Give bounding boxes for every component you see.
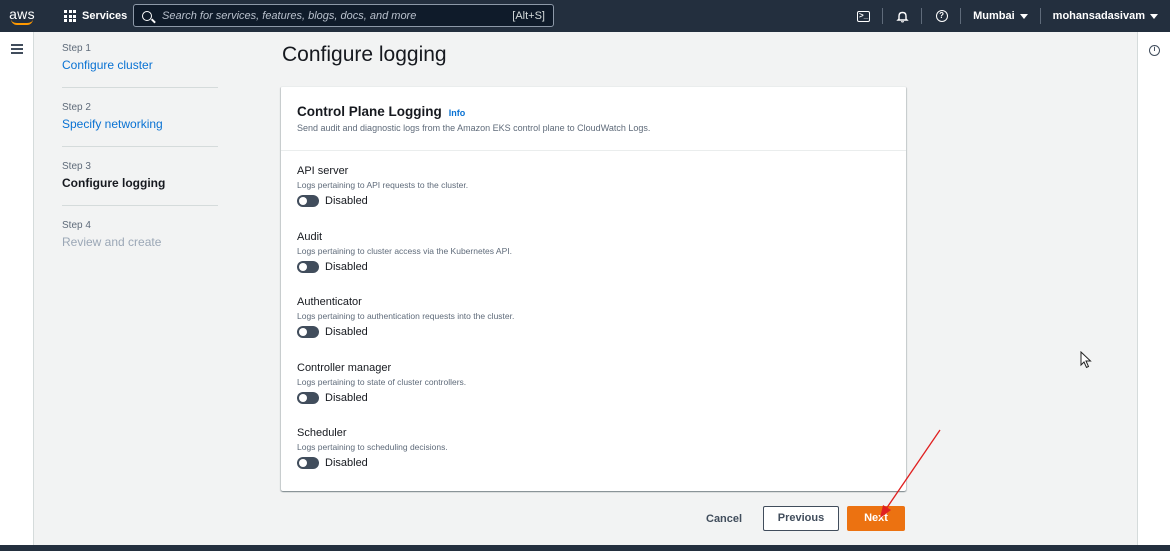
wizard-step-2[interactable]: Step 2 Specify networking — [62, 101, 218, 147]
log-type-description: Logs pertaining to cluster access via th… — [297, 246, 512, 256]
aws-logo[interactable]: aws — [2, 0, 42, 32]
toggle-row[interactable]: Disabled — [297, 457, 448, 469]
log-type-scheduler: Scheduler Logs pertaining to scheduling … — [297, 426, 448, 469]
wizard-step-4: Step 4 Review and create — [62, 219, 218, 264]
previous-button[interactable]: Previous — [763, 506, 839, 531]
step-name-disabled: Review and create — [62, 235, 162, 249]
caret-down-icon — [1019, 13, 1028, 19]
panel-title: Control Plane Logging Info — [297, 104, 890, 119]
region-selector[interactable]: Mumbai — [961, 10, 1040, 22]
log-type-description: Logs pertaining to authentication reques… — [297, 311, 515, 321]
step-name-current: Configure logging — [62, 176, 166, 190]
page-title: Configure logging — [282, 43, 447, 66]
search-bar[interactable]: [Alt+S] — [133, 4, 554, 27]
step-number: Step 4 — [62, 220, 91, 231]
step-name-link[interactable]: Configure cluster — [62, 57, 218, 74]
audit-toggle[interactable] — [297, 261, 319, 273]
tools-panel-rail: i — [1137, 32, 1170, 545]
services-menu-button[interactable]: Services — [64, 10, 127, 22]
mouse-cursor-icon — [1080, 351, 1092, 369]
bell-icon — [896, 11, 909, 23]
toggle-status: Disabled — [325, 326, 368, 338]
notifications-button[interactable] — [883, 0, 921, 32]
panel-header: Control Plane Logging Info Send audit an… — [281, 87, 906, 151]
wizard-step-1[interactable]: Step 1 Configure cluster — [62, 42, 218, 88]
log-type-label: Authenticator — [297, 296, 362, 308]
log-type-controller-manager: Controller manager Logs pertaining to st… — [297, 361, 466, 404]
log-type-audit: Audit Logs pertaining to cluster access … — [297, 230, 512, 273]
search-input[interactable] — [162, 9, 513, 22]
log-type-label: Scheduler — [297, 427, 347, 439]
toggle-status: Disabled — [325, 392, 368, 404]
toggle-row[interactable]: Disabled — [297, 392, 466, 404]
toggle-row[interactable]: Disabled — [297, 261, 512, 273]
search-shortcut-hint: [Alt+S] — [512, 9, 545, 22]
step-name-link[interactable]: Specify networking — [62, 116, 218, 133]
services-label: Services — [82, 10, 128, 22]
panel-title-text: Control Plane Logging — [297, 104, 442, 119]
next-button[interactable]: Next — [847, 506, 905, 531]
wizard-step-3: Step 3 Configure logging — [62, 160, 218, 206]
services-grid-icon — [64, 10, 76, 22]
cancel-button[interactable]: Cancel — [700, 509, 748, 529]
log-type-description: Logs pertaining to state of cluster cont… — [297, 377, 467, 387]
footer-bar — [0, 545, 1170, 551]
info-icon[interactable]: i — [1149, 45, 1160, 56]
toggle-status: Disabled — [325, 195, 368, 207]
help-button[interactable]: ? — [922, 0, 960, 32]
region-label: Mumbai — [973, 10, 1015, 22]
toggle-status: Disabled — [325, 457, 368, 469]
top-navigation-bar: aws Services [Alt+S] >_ ? Mumbai — [0, 0, 1170, 32]
toggle-row[interactable]: Disabled — [297, 195, 468, 207]
aws-logo-smile — [11, 19, 33, 25]
toggle-row[interactable]: Disabled — [297, 326, 514, 338]
search-icon — [142, 10, 152, 21]
controller-manager-toggle[interactable] — [297, 392, 319, 404]
scheduler-toggle[interactable] — [297, 457, 319, 469]
log-type-label: Controller manager — [297, 362, 392, 374]
log-type-description: Logs pertaining to scheduling decisions. — [297, 442, 448, 452]
step-number: Step 2 — [62, 102, 91, 113]
log-type-api-server: API server Logs pertaining to API reques… — [297, 164, 468, 207]
account-menu[interactable]: mohansadasivam — [1041, 10, 1170, 22]
step-number: Step 3 — [62, 161, 91, 172]
step-number: Step 1 — [62, 43, 91, 54]
log-type-description: Logs pertaining to API requests to the c… — [297, 180, 469, 190]
caret-down-icon — [1150, 13, 1158, 19]
log-type-label: Audit — [297, 231, 323, 243]
authenticator-toggle[interactable] — [297, 326, 319, 338]
log-type-label: API server — [297, 165, 349, 177]
panel-description: Send audit and diagnostic logs from the … — [297, 123, 651, 133]
cloudshell-icon: >_ — [857, 10, 871, 22]
help-icon: ? — [935, 10, 948, 22]
api-server-toggle[interactable] — [297, 195, 319, 207]
info-link[interactable]: Info — [449, 108, 466, 118]
hamburger-icon[interactable] — [11, 44, 23, 54]
account-name: mohansadasivam — [1052, 10, 1145, 22]
side-navigation-rail — [0, 32, 34, 545]
toggle-status: Disabled — [325, 261, 368, 273]
control-plane-logging-panel: Control Plane Logging Info Send audit an… — [281, 86, 906, 491]
cloudshell-button[interactable]: >_ — [844, 0, 882, 32]
top-right-controls: >_ ? Mumbai mohansadasivam — [844, 0, 1170, 32]
wizard-steps: Step 1 Configure cluster Step 2 Specify … — [62, 42, 218, 277]
log-type-authenticator: Authenticator Logs pertaining to authent… — [297, 295, 514, 338]
